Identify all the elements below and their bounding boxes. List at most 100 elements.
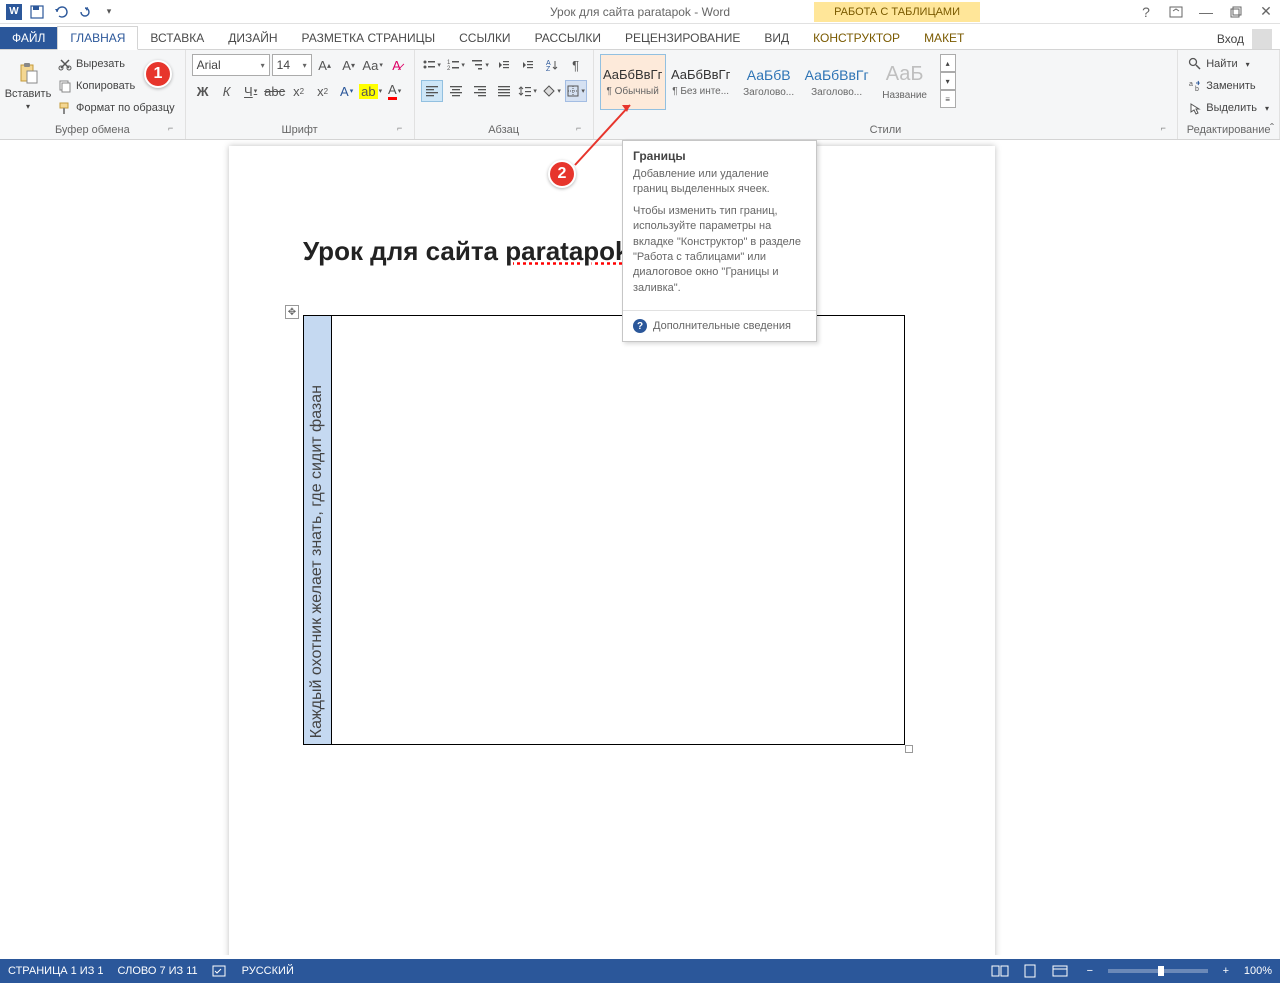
- login-link[interactable]: Вход: [1217, 32, 1244, 46]
- sort-button[interactable]: AZ: [541, 54, 563, 76]
- help-icon: ?: [633, 319, 647, 333]
- decrease-indent-button[interactable]: [493, 54, 515, 76]
- zoom-in-button[interactable]: +: [1214, 962, 1238, 980]
- status-language[interactable]: РУССКИЙ: [242, 965, 294, 977]
- undo-button[interactable]: [52, 3, 70, 21]
- table-move-handle[interactable]: ✥: [285, 305, 299, 319]
- tab-mailings[interactable]: РАССЫЛКИ: [523, 27, 613, 49]
- view-web-button[interactable]: [1048, 962, 1072, 980]
- style-gallery[interactable]: АаБбВвГг¶ Обычный АаБбВвГг¶ Без инте... …: [600, 54, 956, 110]
- clipboard-launcher[interactable]: ⌐: [165, 123, 177, 135]
- align-left-button[interactable]: [421, 80, 443, 102]
- multilevel-button[interactable]: ▾: [469, 54, 491, 76]
- increase-indent-button[interactable]: [517, 54, 539, 76]
- tab-file[interactable]: ФАЙЛ: [0, 27, 57, 49]
- table-cell-left[interactable]: Каждый охотник желает знать, где сидит ф…: [304, 316, 332, 744]
- paste-button[interactable]: Вставить ▾: [6, 54, 50, 118]
- bold-button[interactable]: Ж: [192, 80, 214, 102]
- table-cell-right[interactable]: [332, 316, 904, 744]
- highlight-button[interactable]: ab▾: [360, 80, 382, 102]
- callout-2: 2: [548, 160, 576, 188]
- zoom-out-button[interactable]: −: [1078, 962, 1102, 980]
- style-title[interactable]: АаБНазвание: [872, 54, 938, 110]
- select-button[interactable]: Выделить▾: [1184, 98, 1273, 118]
- underline-button[interactable]: Ч▾: [240, 80, 262, 102]
- view-print-button[interactable]: [1018, 962, 1042, 980]
- tab-constructor[interactable]: КОНСТРУКТОР: [801, 27, 912, 49]
- align-center-button[interactable]: [445, 80, 467, 102]
- zoom-slider[interactable]: [1108, 969, 1208, 973]
- tab-page-layout[interactable]: РАЗМЕТКА СТРАНИЦЫ: [290, 27, 448, 49]
- table-resize-handle[interactable]: [905, 745, 913, 753]
- ribbon: Вставить ▾ Вырезать Копировать Формат по…: [0, 50, 1280, 140]
- change-case-button[interactable]: Aa▾: [362, 54, 384, 76]
- group-font: Arial▾ 14▾ A▴ A▾ Aa▾ A̷ Ж К Ч▾ abc x2 x2…: [186, 50, 415, 139]
- tab-references[interactable]: ССЫЛКИ: [447, 27, 522, 49]
- minimize-button[interactable]: —: [1196, 2, 1216, 22]
- view-read-button[interactable]: [988, 962, 1012, 980]
- user-avatar[interactable]: [1252, 29, 1272, 49]
- font-launcher[interactable]: ⌐: [394, 123, 406, 135]
- format-painter-button[interactable]: Формат по образцу: [54, 98, 179, 118]
- subscript-button[interactable]: x2: [288, 80, 310, 102]
- clear-formatting-button[interactable]: A̷: [386, 54, 408, 76]
- strikethrough-button[interactable]: abc: [264, 80, 286, 102]
- status-words[interactable]: СЛОВО 7 ИЗ 11: [118, 965, 198, 977]
- tab-insert[interactable]: ВСТАВКА: [138, 27, 216, 49]
- tooltip-more-link[interactable]: ? Дополнительные сведения: [623, 310, 816, 341]
- maximize-button[interactable]: [1226, 2, 1246, 22]
- shading-button[interactable]: ▾: [541, 80, 563, 102]
- group-clipboard-label: Буфер обмена: [55, 124, 130, 136]
- save-button[interactable]: [28, 3, 46, 21]
- find-button[interactable]: Найти▾: [1184, 54, 1253, 74]
- shrink-font-button[interactable]: A▾: [338, 54, 360, 76]
- word-icon: W: [6, 4, 22, 20]
- document-page[interactable]: Урок для сайта paratapok ✥ Каждый охотни…: [229, 146, 995, 955]
- callout-1: 1: [144, 60, 172, 88]
- status-proofing-icon[interactable]: [212, 964, 228, 978]
- gallery-scroll[interactable]: ▴▾≡: [940, 54, 956, 108]
- window-title: Урок для сайта paratapok - Word: [550, 5, 730, 19]
- help-button[interactable]: ?: [1136, 2, 1156, 22]
- vertical-cell-text: Каждый охотник желает знать, где сидит ф…: [308, 385, 326, 738]
- collapse-ribbon-button[interactable]: ˆ: [1270, 121, 1274, 135]
- numbering-button[interactable]: 12▾: [445, 54, 467, 76]
- show-marks-button[interactable]: ¶: [565, 54, 587, 76]
- ribbon-display-button[interactable]: [1166, 2, 1186, 22]
- tab-design[interactable]: ДИЗАЙН: [216, 27, 289, 49]
- document-heading[interactable]: Урок для сайта paratapok: [303, 236, 921, 267]
- style-nospacing[interactable]: АаБбВвГг¶ Без инте...: [668, 54, 734, 110]
- italic-button[interactable]: К: [216, 80, 238, 102]
- group-editing: Найти▾ abЗаменить Выделить▾ Редактирован…: [1178, 50, 1280, 139]
- tab-view[interactable]: ВИД: [752, 27, 801, 49]
- style-heading2[interactable]: АаБбВвГгЗаголово...: [804, 54, 870, 110]
- style-heading1[interactable]: АаБбВЗаголово...: [736, 54, 802, 110]
- superscript-button[interactable]: x2: [312, 80, 334, 102]
- font-name-value: Arial: [197, 58, 221, 72]
- zoom-level[interactable]: 100%: [1244, 965, 1272, 977]
- status-page[interactable]: СТРАНИЦА 1 ИЗ 1: [8, 965, 104, 977]
- borders-button[interactable]: ▾: [565, 80, 587, 102]
- font-name-combo[interactable]: Arial▾: [192, 54, 270, 76]
- redo-button[interactable]: [76, 3, 94, 21]
- text-effects-button[interactable]: A▾: [336, 80, 358, 102]
- tab-review[interactable]: РЕЦЕНЗИРОВАНИЕ: [613, 27, 752, 49]
- styles-launcher[interactable]: ⌐: [1157, 123, 1169, 135]
- tooltip-title: Границы: [623, 141, 816, 167]
- document-table[interactable]: ✥ Каждый охотник желает знать, где сидит…: [303, 315, 921, 745]
- tab-home[interactable]: ГЛАВНАЯ: [57, 26, 138, 50]
- replace-button[interactable]: abЗаменить: [1184, 76, 1259, 96]
- tab-table-layout[interactable]: МАКЕТ: [912, 27, 976, 49]
- font-color-button[interactable]: A▾: [384, 80, 406, 102]
- bullets-button[interactable]: ▾: [421, 54, 443, 76]
- close-button[interactable]: ✕: [1256, 2, 1276, 22]
- justify-button[interactable]: [493, 80, 515, 102]
- qat-customize[interactable]: ▾: [100, 3, 118, 21]
- tooltip-p1: Добавление или удаление границ выделенны…: [633, 167, 806, 198]
- group-styles-label: Стили: [870, 124, 902, 136]
- align-right-button[interactable]: [469, 80, 491, 102]
- line-spacing-button[interactable]: ▾: [517, 80, 539, 102]
- grow-font-button[interactable]: A▴: [314, 54, 336, 76]
- font-size-combo[interactable]: 14▾: [272, 54, 312, 76]
- status-bar: СТРАНИЦА 1 ИЗ 1 СЛОВО 7 ИЗ 11 РУССКИЙ − …: [0, 959, 1280, 983]
